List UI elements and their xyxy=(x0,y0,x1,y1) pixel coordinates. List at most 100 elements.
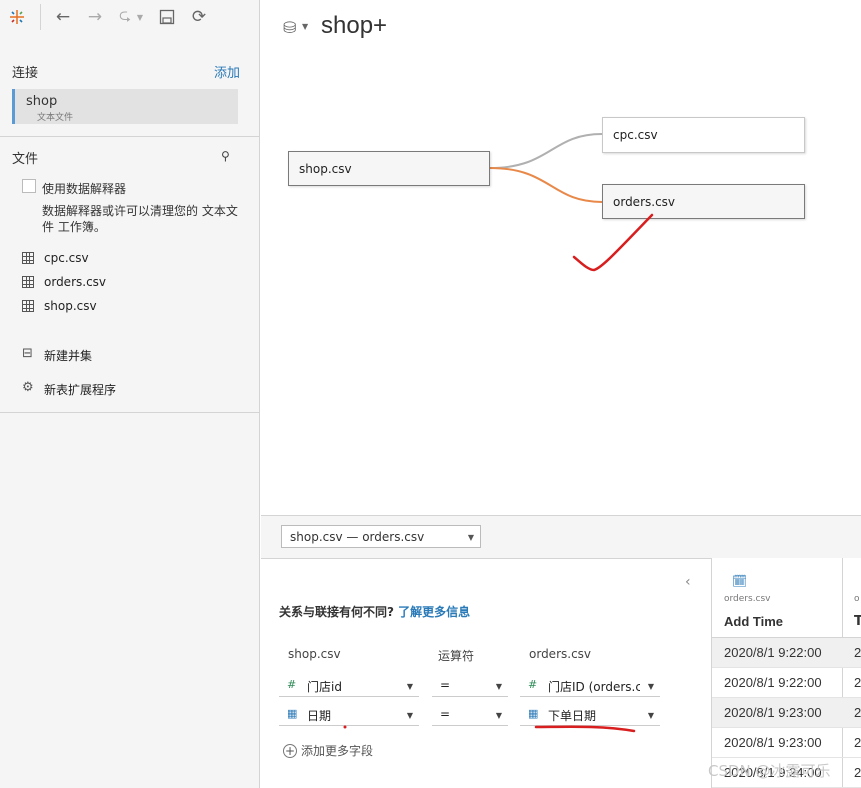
learn-more-link[interactable]: 了解更多信息 xyxy=(398,605,470,619)
column-name[interactable]: T xyxy=(854,614,861,629)
collapse-chevron-icon[interactable]: ‹ xyxy=(685,574,691,590)
search-icon[interactable]: ⚲ xyxy=(221,149,230,163)
add-more-fields-button[interactable]: + 添加更多字段 xyxy=(283,742,373,759)
extension-icon: ⚙ xyxy=(22,380,34,395)
file-item-shop[interactable]: shop.csv xyxy=(20,298,240,316)
table-row: 2020/8/1 9:22:00 2 xyxy=(712,638,861,668)
cell: 2020/8/1 9:22:00 xyxy=(724,645,822,660)
toolbar: ← → ⮎ ▼ ⟳ xyxy=(0,0,260,34)
plus-circle-icon: + xyxy=(283,744,297,758)
table-icon xyxy=(22,252,34,264)
cell: 2 xyxy=(854,705,861,720)
add-connection-link[interactable]: 添加 xyxy=(214,62,240,81)
table-row: 2020/8/1 9:23:00 2 xyxy=(712,728,861,758)
connection-type: 文本文件 xyxy=(37,113,74,123)
file-item-orders[interactable]: orders.csv xyxy=(20,274,240,292)
left-field-select[interactable]: # 门店id ▼ xyxy=(279,673,419,697)
table-shop[interactable]: shop.csv xyxy=(288,151,490,186)
operator-value: = xyxy=(440,678,451,692)
union-icon: ⊟ xyxy=(22,346,33,361)
cell: 2 xyxy=(854,765,861,780)
cell: 2020/8/1 9:23:00 xyxy=(724,735,822,750)
chevron-down-icon: ▼ xyxy=(647,682,654,691)
table-cpc-label: cpc.csv xyxy=(613,128,658,142)
toolbar-divider xyxy=(40,4,41,30)
refresh-icon[interactable]: ⟳ xyxy=(188,6,210,28)
table-row: 2020/8/1 9:22:00 2 xyxy=(712,668,861,698)
save-icon[interactable] xyxy=(156,6,178,28)
cell: 2 xyxy=(854,735,861,750)
files-title: 文件 xyxy=(12,152,39,167)
redo-icon[interactable]: ⮎ xyxy=(114,6,136,28)
tableau-logo-icon[interactable] xyxy=(6,6,28,28)
file-label: orders.csv xyxy=(44,275,107,289)
left-sidebar: ← → ⮎ ▼ ⟳ 连接 添加 shop 文本文件 文件 ⚲ 使用数据解释器 数… xyxy=(0,0,260,788)
operator-header: 运算符 xyxy=(438,649,475,663)
table-icon xyxy=(22,300,34,312)
relationship-selector[interactable]: shop.csv — orders.csv ▼ xyxy=(281,525,481,548)
new-table-extension-item[interactable]: ⚙ 新表扩展程序 xyxy=(20,380,240,398)
back-arrow-icon[interactable]: ← xyxy=(52,6,74,28)
chevron-down-icon: ▼ xyxy=(406,711,413,720)
connection-item-shop[interactable]: shop 文本文件 xyxy=(12,89,238,124)
calendar-icon: ▦ xyxy=(287,707,298,720)
chevron-down-icon: ▼ xyxy=(495,682,502,691)
number-icon: # xyxy=(528,678,538,691)
file-label: cpc.csv xyxy=(44,251,89,265)
data-interpreter-description: 数据解释器或许可以清理您的 文本文件 工作簿。 xyxy=(42,204,238,234)
cell: 2 xyxy=(854,645,861,660)
operator-value: = xyxy=(440,707,451,721)
table-cpc[interactable]: cpc.csv xyxy=(602,117,805,153)
cell: 2020/8/1 9:22:00 xyxy=(724,675,822,690)
column-source: orders.csv xyxy=(724,594,771,604)
relationship-help: 关系与联接有何不同? 了解更多信息 xyxy=(279,603,470,620)
add-more-fields-label: 添加更多字段 xyxy=(301,744,374,758)
left-table-header: shop.csv xyxy=(288,647,341,661)
new-table-extension-label: 新表扩展程序 xyxy=(44,383,117,397)
file-item-cpc[interactable]: cpc.csv xyxy=(20,250,240,268)
relationship-selector-value: shop.csv — orders.csv xyxy=(290,530,425,544)
divider xyxy=(0,412,260,413)
chevron-down-icon: ▼ xyxy=(467,533,474,542)
forward-arrow-icon[interactable]: → xyxy=(84,6,106,28)
divider xyxy=(0,136,260,137)
relationship-bar: shop.csv — orders.csv ▼ xyxy=(261,516,861,559)
relationship-line-orders xyxy=(489,167,603,203)
operator-select[interactable]: = ▼ xyxy=(432,702,508,726)
grid-header: 🗓 orders.csv Add Time o T xyxy=(712,558,861,638)
chevron-down-icon: ▼ xyxy=(647,711,654,720)
redo-dropdown-icon[interactable]: ▼ xyxy=(134,6,146,28)
right-field-select[interactable]: ▦ 下单日期 ▼ xyxy=(520,702,660,726)
new-union-item[interactable]: ⊟ 新建并集 xyxy=(20,346,240,364)
left-field-value: 门店id xyxy=(307,680,342,694)
data-interpreter-checkbox[interactable] xyxy=(22,179,36,193)
calendar-time-icon[interactable]: 🗓 xyxy=(732,574,747,588)
column-source: o xyxy=(854,594,860,604)
cell: 2020/8/1 9:23:00 xyxy=(724,705,822,720)
left-field-value: 日期 xyxy=(307,709,332,723)
watermark: CSDN @冰露可乐 xyxy=(708,762,831,780)
right-field-select[interactable]: # 门店ID (orders.cs ▼ xyxy=(520,673,660,697)
column-name[interactable]: Add Time xyxy=(724,614,783,629)
relationship-canvas[interactable]: ⛁ ▼ shop+ shop.csv cpc.csv orders.csv xyxy=(261,0,861,515)
chevron-down-icon: ▼ xyxy=(495,711,502,720)
table-icon xyxy=(22,276,34,288)
cell: 2 xyxy=(854,675,861,690)
data-interpreter-label[interactable]: 使用数据解释器 xyxy=(42,180,126,197)
relationship-line-cpc xyxy=(489,133,603,169)
number-icon: # xyxy=(287,678,297,691)
right-field-value: 门店ID (orders.cs xyxy=(548,680,640,694)
connections-title: 连接 xyxy=(12,66,39,81)
calendar-icon: ▦ xyxy=(528,707,539,720)
table-orders-label: orders.csv xyxy=(613,194,676,209)
data-preview-grid[interactable]: 🗓 orders.csv Add Time o T 2020/8/1 9:22:… xyxy=(711,558,861,788)
left-field-select[interactable]: ▦ 日期 ▼ xyxy=(279,702,419,726)
table-orders[interactable]: orders.csv xyxy=(602,184,805,219)
connections-header: 连接 添加 xyxy=(12,62,240,81)
relationship-lines xyxy=(489,133,603,203)
new-union-label: 新建并集 xyxy=(44,349,93,363)
operator-select[interactable]: = ▼ xyxy=(432,673,508,697)
right-table-header: orders.csv xyxy=(529,647,592,661)
table-shop-label: shop.csv xyxy=(299,161,352,176)
connection-name: shop xyxy=(26,94,58,109)
